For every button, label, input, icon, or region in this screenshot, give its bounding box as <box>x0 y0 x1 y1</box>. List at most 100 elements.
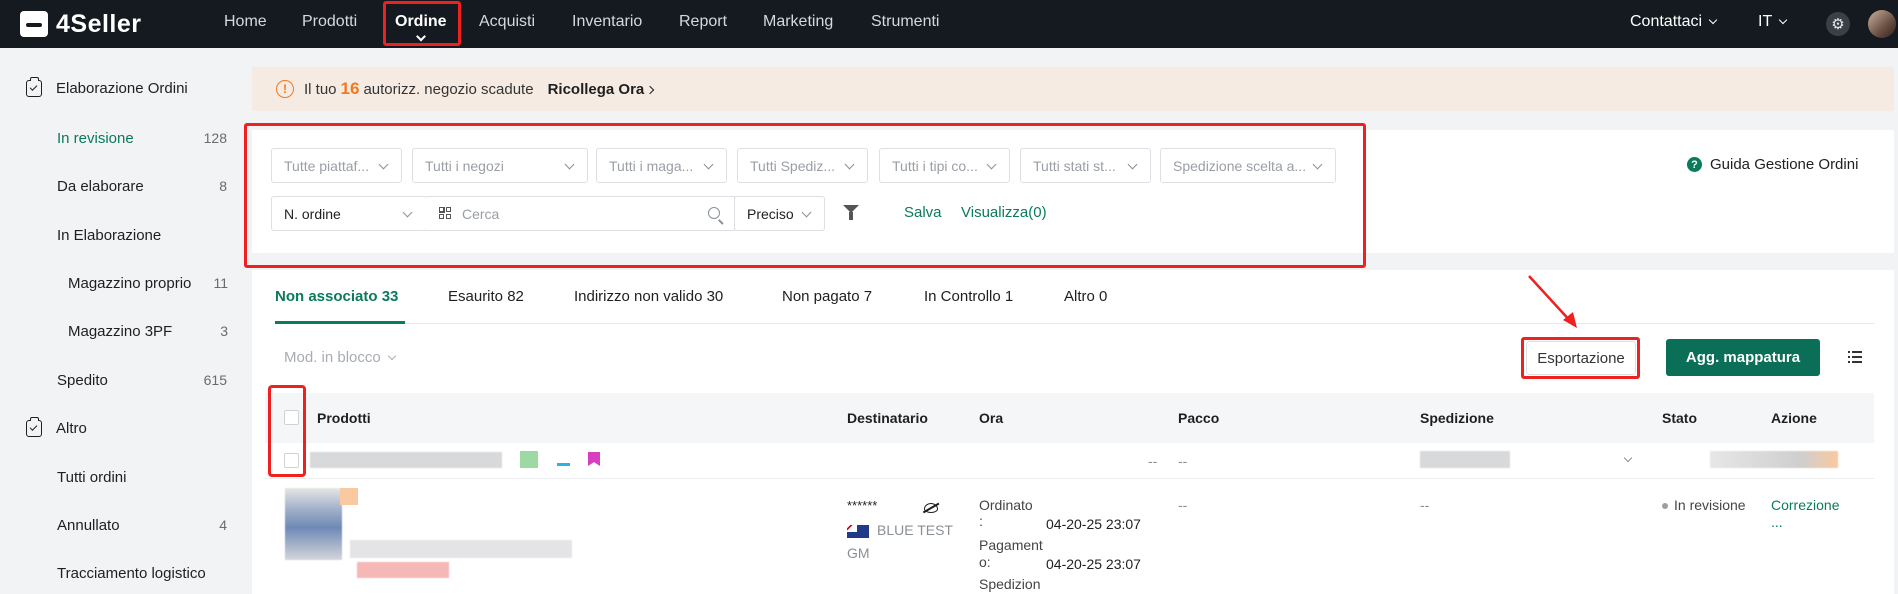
paid-label: Pagament <box>979 537 1043 553</box>
paid-time: 04-20-25 23:07 <box>1046 556 1141 572</box>
sidebar-item-in-revisione[interactable]: In revisione 128 <box>57 130 227 147</box>
sidebar-group-altro[interactable]: Altro <box>26 417 87 437</box>
sidebar-item-label: Magazzino proprio <box>68 275 192 292</box>
sidebar-item-count: 8 <box>219 178 227 194</box>
sidebar-item-da-elaborare[interactable]: Da elaborare 8 <box>57 178 227 195</box>
col-azione: Azione <box>1771 410 1817 426</box>
group-row-pacco: -- <box>1178 453 1188 469</box>
ordered-time: 04-20-25 23:07 <box>1046 516 1141 532</box>
table-header <box>265 393 1874 443</box>
recipient-country: GM <box>847 545 870 561</box>
sidebar-item-count: 4 <box>219 517 227 533</box>
help-guide-label: Guida Gestione Ordini <box>1710 156 1859 173</box>
status-badge: In revisione <box>1662 497 1746 513</box>
sidebar-item-tracciamento[interactable]: Tracciamento logistico <box>57 565 227 582</box>
update-mapping-button[interactable]: Agg. mappatura <box>1666 339 1820 376</box>
nav-strumenti[interactable]: Strumenti <box>871 0 939 44</box>
eye-off-icon[interactable] <box>924 503 938 513</box>
sidebar-item-tutti-ordini[interactable]: Tutti ordini <box>57 469 227 486</box>
gear-icon[interactable]: ⚙ <box>1826 12 1850 36</box>
row-pacco: -- <box>1178 497 1188 513</box>
ordered-colon: : <box>979 513 983 529</box>
nav-prodotti[interactable]: Prodotti <box>302 0 357 44</box>
tab-indirizzo-non-valido[interactable]: Indirizzo non valido 30 <box>574 288 723 305</box>
tab-non-associato[interactable]: Non associato 33 <box>275 288 398 305</box>
row-divider <box>265 478 1874 479</box>
sidebar-item-magazzino-3pf[interactable]: Magazzino 3PF 3 <box>68 323 228 340</box>
product-image <box>285 488 342 560</box>
sidebar-group-label: Altro <box>56 420 87 437</box>
group-row-dash: -- <box>1148 453 1158 469</box>
sidebar-item-label: Annullato <box>57 517 120 534</box>
alert-number: 16 <box>340 79 360 98</box>
highlight-box-ordine <box>383 1 461 46</box>
sidebar-item-label: Da elaborare <box>57 178 144 195</box>
sidebar-item-spedito[interactable]: Spedito 615 <box>57 372 227 389</box>
nav-inventario[interactable]: Inventario <box>572 0 642 44</box>
blurred-action-area <box>1710 451 1838 468</box>
sidebar-item-label: In revisione <box>57 130 134 147</box>
warning-icon: ! <box>276 80 294 98</box>
sidebar-item-label: Magazzino 3PF <box>68 323 173 340</box>
sidebar-item-label: Tutti ordini <box>57 469 127 486</box>
tag-icon <box>557 453 570 466</box>
sidebar-item-annullato[interactable]: Annullato 4 <box>57 517 227 534</box>
alert-suffix: autorizz. negozio scadute <box>363 80 534 98</box>
sidebar-item-magazzino-proprio[interactable]: Magazzino proprio 11 <box>68 275 228 292</box>
correction-action-link[interactable]: Correzione <box>1771 497 1839 513</box>
recipient-line: BLUE TEST <box>847 522 953 538</box>
help-guide-link[interactable]: ? Guida Gestione Ordini <box>1687 156 1858 173</box>
row-spedizione: -- <box>1420 497 1430 513</box>
tab-in-controllo[interactable]: In Controllo 1 <box>924 288 1013 305</box>
sidebar-group-label: Elaborazione Ordini <box>56 80 188 97</box>
platform-badge-icon <box>520 451 538 468</box>
contact-menu[interactable]: Contattaci <box>1630 0 1718 44</box>
sidebar-item-count: 128 <box>203 130 227 146</box>
reconnect-link[interactable]: Ricollega Ora <box>547 80 655 98</box>
question-icon: ? <box>1687 157 1702 172</box>
sidebar-item-label: Spedito <box>57 372 108 389</box>
nav-acquisti[interactable]: Acquisti <box>479 0 535 44</box>
top-navigation-bar: 4Seller Home Prodotti Ordine Acquisti In… <box>0 0 1898 48</box>
expired-auth-alert: ! Il tuo 16 autorizz. negozio scadute Ri… <box>252 67 1894 111</box>
sidebar-item-count: 11 <box>213 275 228 291</box>
language-menu[interactable]: IT <box>1758 0 1788 44</box>
reconnect-label: Ricollega Ora <box>547 80 645 98</box>
paid-label-end: o: <box>979 554 991 570</box>
status-label: In revisione <box>1674 497 1746 513</box>
sidebar-item-count: 615 <box>203 372 227 388</box>
col-prodotti: Prodotti <box>317 410 371 426</box>
highlight-box-export <box>1521 337 1640 379</box>
app-logo[interactable]: 4Seller <box>20 9 142 39</box>
recipient-name: BLUE TEST <box>877 522 953 538</box>
tab-non-pagato[interactable]: Non pagato 7 <box>782 288 872 305</box>
col-spedizione: Spedizione <box>1420 410 1494 426</box>
sidebar-item-count: 3 <box>220 323 228 339</box>
sidebar-group-elaborazione[interactable]: Elaborazione Ordini <box>26 77 188 97</box>
logo-bag-icon <box>20 11 48 37</box>
shipping-time-label: Spedizion <box>979 576 1041 592</box>
blurred-product-title <box>350 540 572 558</box>
col-ora: Ora <box>979 410 1004 426</box>
nav-marketing[interactable]: Marketing <box>763 0 833 44</box>
chevron-down-icon <box>1778 15 1788 25</box>
sidebar-item-in-elaborazione[interactable]: In Elaborazione <box>57 227 227 244</box>
tab-altro[interactable]: Altro 0 <box>1064 288 1107 305</box>
col-pacco: Pacco <box>1178 410 1220 426</box>
more-actions-link[interactable]: ... <box>1771 514 1783 530</box>
status-dot-icon <box>1662 503 1668 510</box>
ordered-label: Ordinato <box>979 497 1033 513</box>
col-stato: Stato <box>1662 410 1697 426</box>
bulk-edit-dropdown[interactable]: Mod. in blocco <box>284 349 396 366</box>
alert-prefix: Il tuo <box>304 80 337 98</box>
clipboard-check-icon <box>26 77 42 97</box>
sidebar-item-label: In Elaborazione <box>57 227 162 244</box>
avatar[interactable] <box>1868 10 1896 38</box>
column-settings-icon[interactable] <box>1848 351 1862 363</box>
tab-esaurito[interactable]: Esaurito 82 <box>448 288 524 305</box>
tabs-divider <box>275 323 1874 324</box>
nav-report[interactable]: Report <box>679 0 727 44</box>
nav-home[interactable]: Home <box>224 0 267 44</box>
blurred-shipping <box>1420 451 1510 468</box>
clipboard-check-icon <box>26 417 42 437</box>
